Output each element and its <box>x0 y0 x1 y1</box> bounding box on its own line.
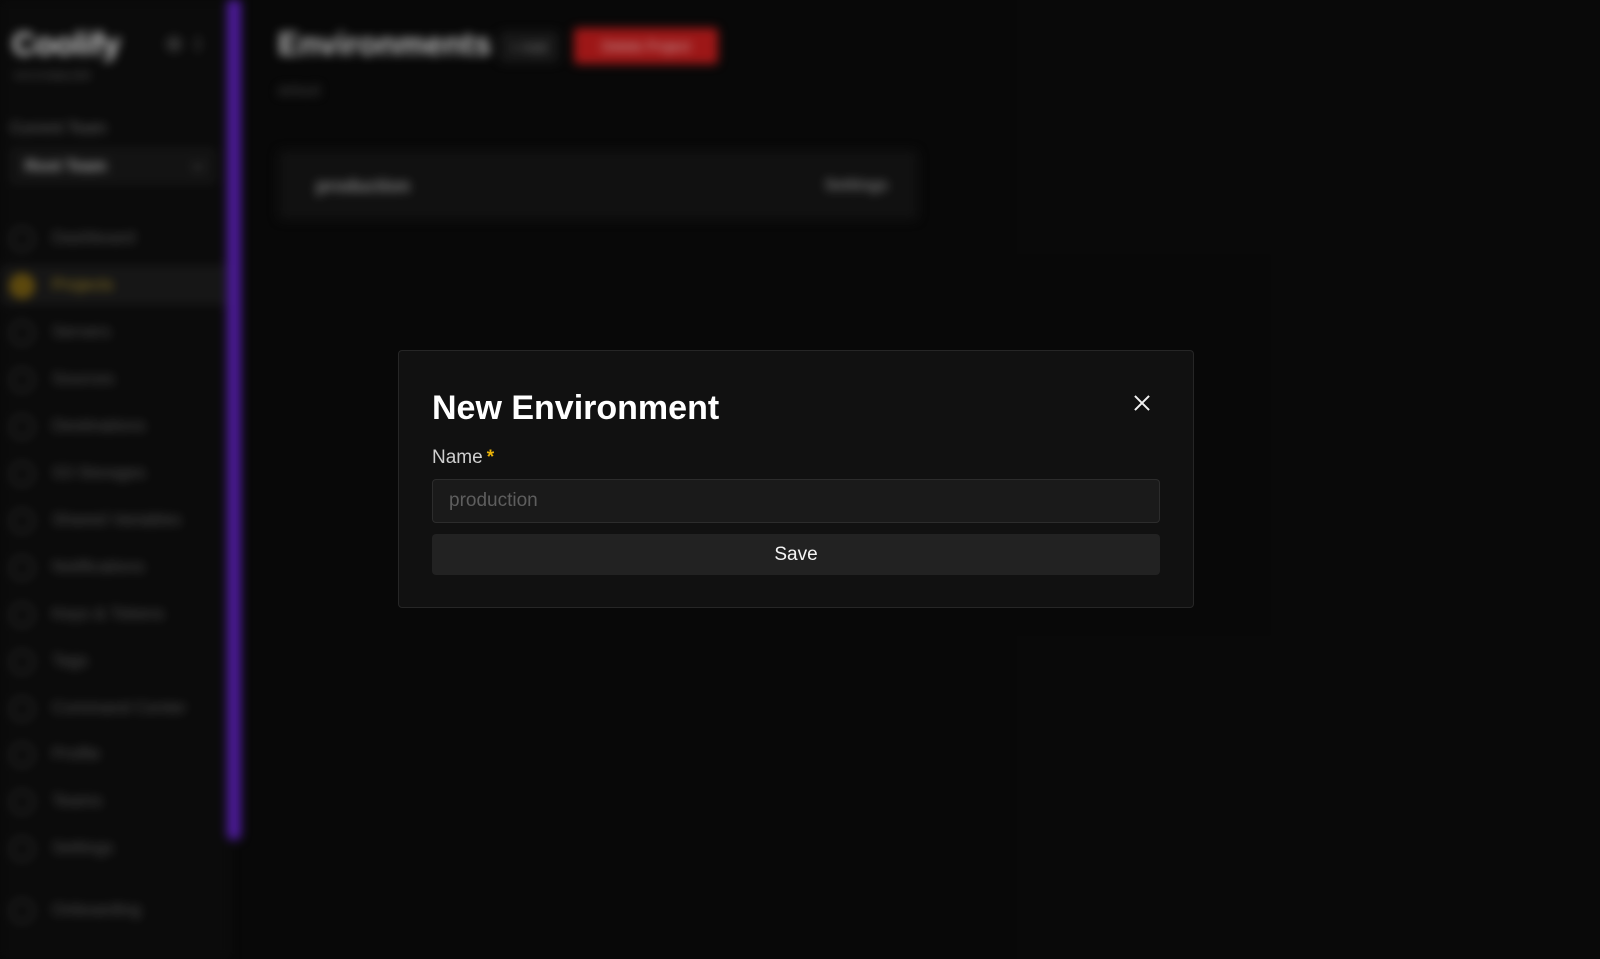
name-field-label: Name * <box>432 447 494 469</box>
close-icon[interactable] <box>1124 385 1160 421</box>
new-environment-modal: New Environment Name* Save <box>398 350 1194 608</box>
save-button[interactable]: Save <box>432 534 1160 575</box>
modal-title: New Environment <box>432 389 720 427</box>
environment-name-input[interactable] <box>432 479 1160 523</box>
required-indicator: * <box>486 447 495 468</box>
name-label-text: Name <box>432 447 483 468</box>
